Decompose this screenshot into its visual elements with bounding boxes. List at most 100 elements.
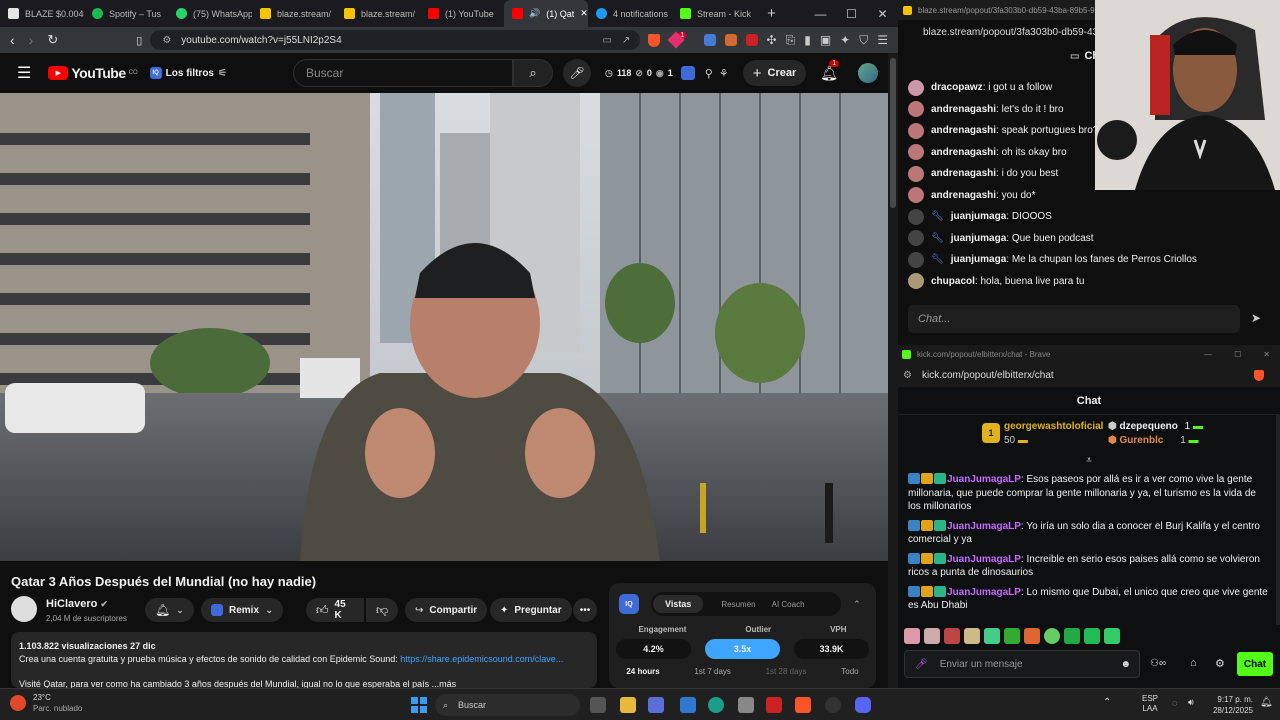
chevron-up-icon[interactable]: ⌃ xyxy=(853,599,861,610)
notifications-bell-icon[interactable]: 🔔︎ xyxy=(1260,697,1273,708)
remix-button[interactable]: Remix ⌄ xyxy=(201,598,284,622)
store-icon[interactable]: ⌂ xyxy=(1190,657,1197,669)
menu-icon[interactable]: ☰ xyxy=(877,33,888,47)
sidebar-icon[interactable]: ▮ xyxy=(804,33,811,47)
close-tab-icon[interactable]: ✕ xyxy=(580,8,588,19)
site-info-icon[interactable]: ⚙ xyxy=(903,370,912,381)
blaze-chat-input[interactable]: Chat... xyxy=(908,305,1240,333)
hamburger-menu-icon[interactable]: ☰ xyxy=(17,63,31,83)
range-28d[interactable]: 1st 28 days xyxy=(766,667,807,676)
range-7d[interactable]: 1st 7 days xyxy=(694,667,730,676)
emote-icon[interactable] xyxy=(964,628,980,644)
video-player[interactable] xyxy=(0,93,888,561)
range-24h[interactable]: 24 hours xyxy=(626,667,659,676)
emote-icon[interactable] xyxy=(904,628,920,644)
emoji-icon[interactable]: ☻ xyxy=(1120,659,1131,670)
brave-shield-icon[interactable] xyxy=(648,33,661,47)
tab-ai-coach[interactable]: AI Coach xyxy=(766,596,811,613)
share-icon[interactable]: ↗ xyxy=(622,35,630,46)
windows-start-icon[interactable] xyxy=(411,697,427,713)
community-icon[interactable]: ⚇∞ xyxy=(1150,658,1166,669)
browser-tab[interactable]: (1) YouTube xyxy=(420,0,504,27)
app-icon[interactable] xyxy=(825,697,841,713)
emote-icon[interactable] xyxy=(944,628,960,644)
clock[interactable]: 9:17 p. m. 28/12/2025 xyxy=(1205,694,1253,716)
vpn-icon[interactable]: ⛉ xyxy=(859,33,868,48)
kick-send-button[interactable]: Chat xyxy=(1237,652,1273,676)
brave-icon[interactable] xyxy=(795,697,811,713)
minimize-icon[interactable]: — xyxy=(1204,350,1212,359)
description-box[interactable]: 1.103.822 visualizaciones 27 dic Crea un… xyxy=(11,632,597,688)
emote-icon[interactable] xyxy=(1044,628,1060,644)
browser-tab[interactable]: 4 notifications xyxy=(588,0,672,27)
extensions-puzzle-icon[interactable]: ✣ xyxy=(767,33,777,47)
browser-tab[interactable]: blaze.stream/ xyxy=(252,0,336,27)
app-icon[interactable] xyxy=(738,697,754,713)
page-scrollbar[interactable] xyxy=(888,53,898,688)
explorer-icon[interactable] xyxy=(620,697,636,713)
maximize-icon[interactable]: ☐ xyxy=(836,7,867,21)
extension-icon[interactable]: ⎘ xyxy=(786,33,796,48)
filter-extension-button[interactable]: IQ Los filtros ⚟ xyxy=(149,67,227,79)
app-icon[interactable] xyxy=(680,697,696,713)
site-info-icon[interactable]: ⚙ xyxy=(162,35,171,46)
ask-button[interactable]: ✦ Preguntar xyxy=(490,598,572,622)
bookmark-icon[interactable]: ▯ xyxy=(136,34,142,47)
leo-ai-icon[interactable]: ✦ xyxy=(840,33,850,47)
more-actions-button[interactable]: ••• xyxy=(573,598,597,622)
weather-icon[interactable] xyxy=(10,695,26,711)
browser-tab[interactable]: Stream - Kick xyxy=(672,0,756,27)
send-icon[interactable]: ➤ xyxy=(1251,311,1261,325)
wand-icon[interactable]: ⚘ xyxy=(719,67,729,80)
network-icon[interactable]: ◌ xyxy=(1172,698,1177,708)
search-input[interactable]: Buscar xyxy=(292,59,513,87)
youtube-logo[interactable]: ▶ YouTube CO xyxy=(48,65,138,81)
emote-icon[interactable] xyxy=(984,628,1000,644)
volume-icon[interactable]: 🔊︎ xyxy=(1188,697,1194,708)
emote-icon[interactable] xyxy=(1104,628,1120,644)
create-button[interactable]: + Crear xyxy=(742,60,807,86)
extension-icon[interactable] xyxy=(745,34,758,46)
translate-icon[interactable] xyxy=(703,34,716,46)
share-button[interactable]: ↪ Compartir xyxy=(405,598,488,622)
collapse-icon[interactable]: ⩡ xyxy=(898,455,1280,471)
search-button[interactable]: ⌕ xyxy=(512,59,553,87)
new-tab-button[interactable]: + xyxy=(756,5,787,22)
browser-tab[interactable]: BLAZE $0.004€ xyxy=(0,0,84,27)
taskbar-search[interactable]: ⌕ Buscar xyxy=(435,694,580,716)
extension-icon[interactable] xyxy=(724,34,737,46)
close-window-icon[interactable]: ✕ xyxy=(867,7,898,21)
microphone-icon[interactable]: 🎤︎ xyxy=(915,659,928,670)
weather-temp[interactable]: 23°C xyxy=(33,693,51,702)
range-all[interactable]: Todo xyxy=(841,667,858,676)
channel-avatar[interactable] xyxy=(11,596,37,622)
emote-icon[interactable] xyxy=(1064,628,1080,644)
wallet-icon[interactable]: ▣ xyxy=(820,33,831,47)
emote-icon[interactable] xyxy=(1024,628,1040,644)
discord-icon[interactable] xyxy=(855,697,871,713)
rocket-icon[interactable]: ⚲ xyxy=(705,67,713,80)
voice-search-button[interactable]: 🎤︎ xyxy=(562,59,591,87)
app-icon[interactable] xyxy=(648,697,664,713)
iq-dashboard-icon[interactable] xyxy=(680,66,695,80)
tab-vistas[interactable]: Vistas xyxy=(653,595,704,613)
app-icon[interactable] xyxy=(766,697,782,713)
emote-icon[interactable] xyxy=(924,628,940,644)
close-window-icon[interactable]: ✕ xyxy=(1263,350,1270,359)
avatar[interactable] xyxy=(858,63,879,83)
emote-icon[interactable] xyxy=(1004,628,1020,644)
kick-message-input[interactable]: 🎤︎ Enviar un mensaje ☻ xyxy=(904,650,1140,678)
emote-icon[interactable] xyxy=(1084,628,1100,644)
cast-icon[interactable]: ▭ xyxy=(602,35,611,46)
reload-icon[interactable]: ↻ xyxy=(47,32,58,48)
channel-name[interactable]: HiClavero ✔ xyxy=(46,598,108,610)
maximize-icon[interactable]: ☐ xyxy=(1234,350,1241,359)
forward-icon[interactable]: › xyxy=(29,32,34,48)
browser-tab[interactable]: blaze.stream/ xyxy=(336,0,420,27)
browser-tab[interactable]: Spotify – Tus xyxy=(84,0,168,27)
subscribed-bell-button[interactable]: 🔔︎ ⌄ xyxy=(145,598,194,622)
browser-tab[interactable]: (75) WhatsApp xyxy=(168,0,252,27)
settings-gear-icon[interactable]: ⚙ xyxy=(1215,657,1225,670)
like-button[interactable]: 👍︎ 45 K xyxy=(306,598,364,622)
kick-url-field[interactable]: kick.com/popout/elbitterx/chat xyxy=(922,370,1054,381)
